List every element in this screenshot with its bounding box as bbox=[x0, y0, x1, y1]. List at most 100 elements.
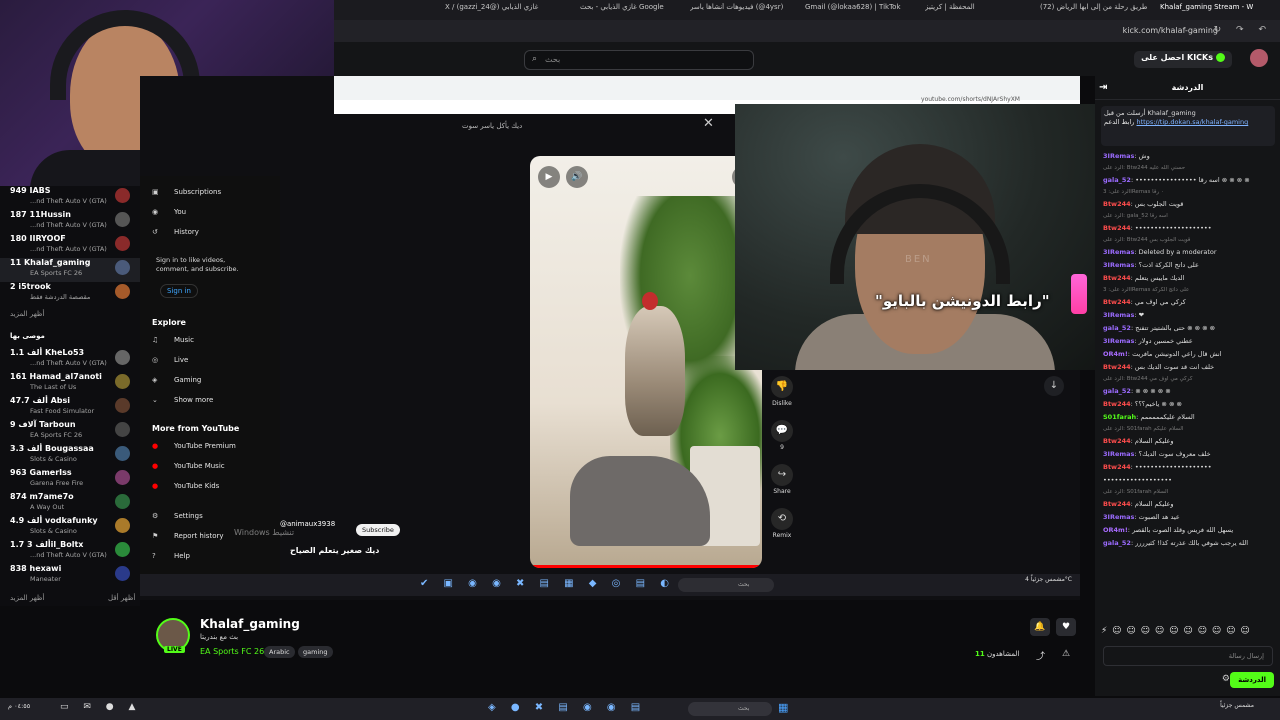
signin-button[interactable]: Sign in bbox=[160, 284, 198, 298]
tag-chip[interactable]: gaming bbox=[298, 646, 333, 658]
share-icon[interactable]: ⤴ bbox=[1036, 649, 1045, 662]
chat-username[interactable]: Btw244 bbox=[1103, 400, 1131, 408]
chat-username[interactable]: 3IRemas bbox=[1103, 450, 1134, 458]
settings-icon[interactable]: ⚙ bbox=[1222, 674, 1230, 684]
url-text[interactable]: kick.com/khalaf-gaming bbox=[1123, 26, 1218, 35]
yt-explore-item[interactable]: ⌄ Show more bbox=[152, 396, 213, 404]
recommended-item[interactable]: 47.7 ألف Absi Fast Food Simulator bbox=[0, 396, 140, 420]
recommended-item[interactable]: 1.1 ألف KheLo53 ...nd Theft Auto V (GTA) bbox=[0, 348, 140, 372]
following-item[interactable]: 2 i5trook مقصصة الدردشة فقط bbox=[0, 282, 140, 306]
chat-username[interactable]: 3IRemas bbox=[1103, 248, 1134, 256]
browser-tab[interactable]: (72) طريق رحلة من إلى ابها الرياض bbox=[1040, 3, 1152, 17]
chat-username[interactable]: S01farah bbox=[1103, 413, 1136, 421]
yt-bottom-item[interactable]: ⚙ Settings bbox=[152, 512, 203, 520]
notification-bell-icon[interactable]: 🔔 bbox=[1030, 618, 1050, 636]
chat-username[interactable]: Btw244 bbox=[1103, 274, 1131, 282]
recommended-item[interactable]: 4.9 ألف vodkafunky Slots & Casino bbox=[0, 516, 140, 540]
chat-username[interactable]: gala_52 bbox=[1103, 539, 1131, 547]
tag-chip[interactable]: Arabic bbox=[264, 646, 295, 658]
following-item[interactable]: 187 11Hussin ...nd Theft Auto V (GTA) bbox=[0, 210, 140, 234]
following-item[interactable]: 180 IIRYOOF ...nd Theft Auto V (GTA) bbox=[0, 234, 140, 258]
recommended-item[interactable]: 874 m7ame7o A Way Out bbox=[0, 492, 140, 516]
taskbar-app-icons[interactable]: ◈ ● ✖ ▤ ◉ ◉ ▤ bbox=[488, 702, 646, 713]
share-button[interactable]: ↪ Share bbox=[768, 464, 796, 495]
recommended-item[interactable]: 838 hexawi Maneater bbox=[0, 564, 140, 588]
close-icon[interactable]: ✕ bbox=[703, 116, 714, 131]
yt-explore-item[interactable]: ◈ Gaming bbox=[152, 376, 201, 384]
chat-username[interactable]: Btw244 bbox=[1103, 463, 1131, 471]
play-icon[interactable]: ▶ bbox=[538, 166, 560, 188]
pinned-link[interactable]: https://tip.dokan.sa/khalaf-gaming bbox=[1136, 118, 1248, 126]
following-item[interactable]: 949 IABS ...nd Theft Auto V (GTA) bbox=[0, 186, 140, 210]
chat-username[interactable]: Btw244 bbox=[1103, 200, 1131, 208]
show-less-link[interactable]: أظهر أقل bbox=[108, 594, 135, 602]
chat-username[interactable]: 3IRemas bbox=[1103, 261, 1134, 269]
yt-bottom-item[interactable]: ? Help bbox=[152, 552, 190, 560]
yt-bottom-item[interactable]: ⚑ Report history bbox=[152, 532, 224, 540]
chat-username[interactable]: Btw244 bbox=[1103, 363, 1131, 371]
emote-bar[interactable]: ⚡ ☺ ☺ ☺ ☺ ☺ ☺ ☺ ☺ ☺ ☺ bbox=[1101, 626, 1275, 640]
yt-nav-item[interactable]: ▣ Subscriptions bbox=[152, 188, 221, 196]
chat-username[interactable]: gala_52 bbox=[1103, 324, 1131, 332]
inner-taskbar-search[interactable]: بحث bbox=[678, 578, 774, 592]
chat-username[interactable]: 3IRemas bbox=[1103, 152, 1134, 160]
comments-button[interactable]: 💬 9 bbox=[768, 420, 796, 451]
avatar[interactable] bbox=[1250, 49, 1268, 67]
browser-tab[interactable]: Khalaf_gaming Stream - W bbox=[1160, 3, 1260, 17]
dislike-button[interactable]: 👎 Dislike bbox=[768, 376, 796, 407]
recommended-item[interactable]: 963 GamerIss Garena Free Fire bbox=[0, 468, 140, 492]
pinned-message[interactable]: أرسلت من قبل Khalaf_gaming رابط الدعم ht… bbox=[1101, 106, 1275, 146]
chat-username[interactable]: Btw244 bbox=[1103, 224, 1131, 232]
following-item[interactable]: 11 Khalaf_gaming EA Sports FC 26 bbox=[0, 258, 140, 282]
chat-send-button[interactable]: الدردشة bbox=[1230, 672, 1274, 688]
chat-input[interactable]: إرسال رسالة bbox=[1103, 646, 1273, 666]
short-channel-handle[interactable]: @animaux3938 bbox=[280, 520, 335, 528]
yt-explore-item[interactable]: ◎ Live bbox=[152, 356, 188, 364]
yt-more-item[interactable]: ● YouTube Premium bbox=[152, 442, 236, 450]
browser-tab[interactable]: فيديوهات أنشأها ياسر (@4ysr) bbox=[690, 3, 800, 17]
browser-tab[interactable]: غازي الذيابي - بحث Google bbox=[580, 3, 680, 17]
system-tray-icons[interactable]: ▭ ✉ ● ▲ bbox=[60, 702, 141, 712]
yt-more-item[interactable]: ● YouTube Kids bbox=[152, 482, 219, 490]
show-more-link[interactable]: أظهر المزيد bbox=[10, 310, 44, 318]
volume-icon[interactable]: 🔊 bbox=[566, 166, 588, 188]
get-kicks-button[interactable]: احصل على KICKs bbox=[1134, 51, 1232, 68]
yt-explore-item[interactable]: ♫ Music bbox=[152, 336, 194, 344]
browser-nav-icons[interactable]: ↻ ↷ ↶ bbox=[1214, 25, 1272, 35]
remix-button[interactable]: ⟲ Remix bbox=[768, 508, 796, 539]
clock[interactable]: ٠٤:٥٥ م bbox=[8, 702, 30, 710]
youtube-short-video[interactable]: ▶ 🔊 ⋮ bbox=[530, 156, 762, 568]
taskbar-search[interactable]: بحث bbox=[688, 702, 772, 716]
chat-username[interactable]: 3IRemas bbox=[1103, 513, 1134, 521]
progress-bar[interactable] bbox=[530, 565, 762, 568]
category-link[interactable]: EA Sports FC 26 bbox=[200, 647, 264, 656]
chat-username[interactable]: 3IRemas bbox=[1103, 311, 1134, 319]
channel-name[interactable]: Khalaf_gaming bbox=[200, 617, 300, 631]
report-icon[interactable]: ⚠ bbox=[1062, 649, 1070, 659]
recommended-item[interactable]: 161 Hamad_al7anoti The Last of Us bbox=[0, 372, 140, 396]
browser-tab[interactable]: Gmail (@lokaa628) | TikTok bbox=[805, 3, 915, 17]
chat-username[interactable]: Btw244 bbox=[1103, 298, 1131, 306]
windows-start-icon[interactable]: ▦ bbox=[778, 701, 788, 714]
browser-tab[interactable]: المحفظة | كريتيز bbox=[925, 3, 1025, 17]
yt-nav-item[interactable]: ↺ History bbox=[152, 228, 199, 236]
collapse-chat-icon[interactable]: ⇥ bbox=[1099, 76, 1107, 100]
recommended-item[interactable]: 9 آلاف Tarboun EA Sports FC 26 bbox=[0, 420, 140, 444]
taskbar-app-icons[interactable]: ✔ ▣ ◉ ◉ ✖ ▤ ▦ ◆ ◎ ▤ ◐ bbox=[420, 578, 675, 589]
chat-username[interactable]: OR4m! bbox=[1103, 526, 1128, 534]
chat-username[interactable]: Btw244 bbox=[1103, 437, 1131, 445]
chat-username[interactable]: gala_52 bbox=[1103, 176, 1131, 184]
scroll-down-icon[interactable]: ↓ bbox=[1044, 376, 1064, 396]
recommended-item[interactable]: 3.3 ألف Bougassaa Slots & Casino bbox=[0, 444, 140, 468]
chat-username[interactable]: OR4m! bbox=[1103, 350, 1128, 358]
subscribe-button[interactable]: Subscribe bbox=[356, 524, 400, 536]
search-input[interactable]: ⌕ بحث bbox=[524, 50, 754, 70]
chat-username[interactable]: Btw244 bbox=[1103, 500, 1131, 508]
recommended-item[interactable]: 1.7 ألف 3il_Boltx ...nd Theft Auto V (GTA… bbox=[0, 540, 140, 564]
yt-more-item[interactable]: ● YouTube Music bbox=[152, 462, 225, 470]
show-more-link[interactable]: أظهر المزيد bbox=[10, 594, 44, 602]
chat-username[interactable]: gala_52 bbox=[1103, 387, 1131, 395]
follow-heart-icon[interactable]: ♥ bbox=[1056, 618, 1076, 636]
chat-username[interactable]: 3IRemas bbox=[1103, 337, 1134, 345]
browser-tab[interactable]: X / (gazzi_24@) غازي الذيابي bbox=[445, 3, 565, 17]
